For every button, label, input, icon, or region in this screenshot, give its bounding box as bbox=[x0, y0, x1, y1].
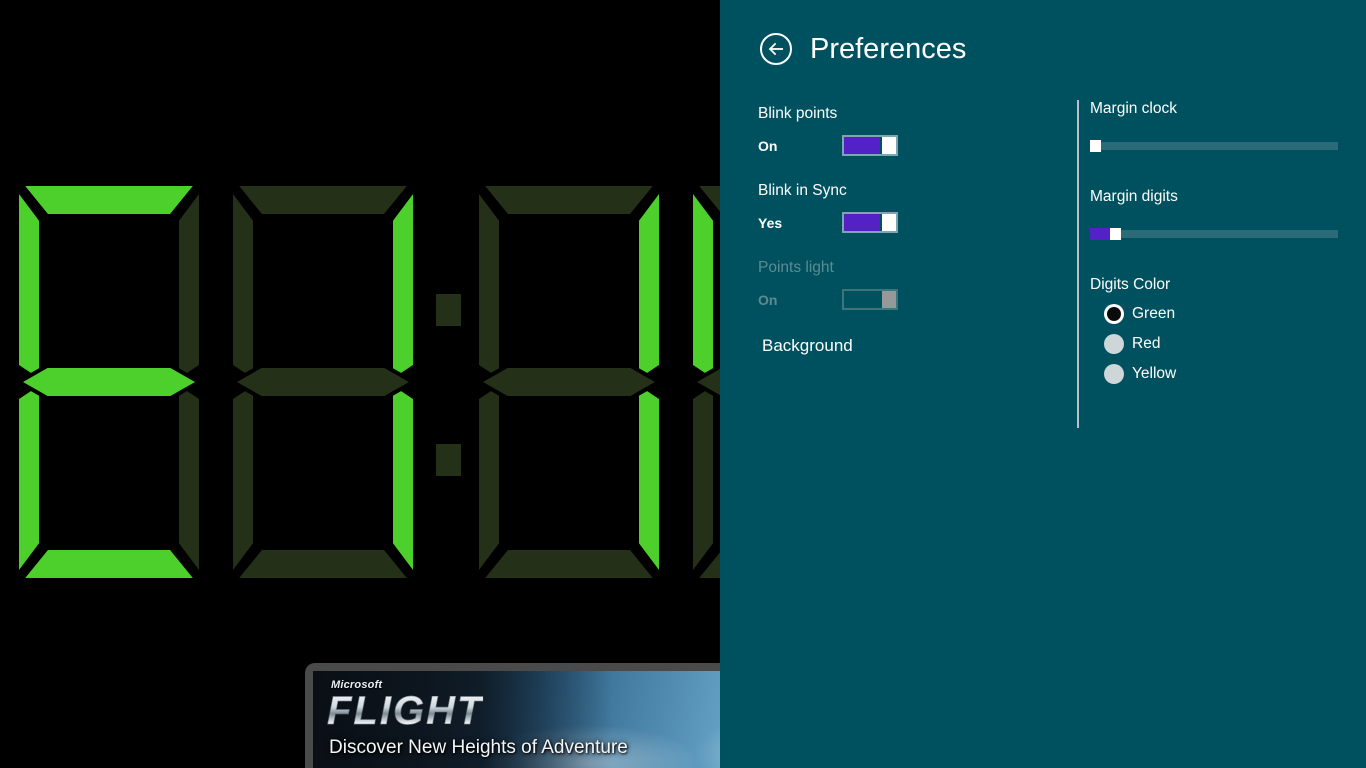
margin-clock-group: Margin clock bbox=[1090, 100, 1342, 152]
ad-title: FLIGHT bbox=[327, 689, 484, 734]
radio-option-yellow[interactable]: Yellow bbox=[1104, 364, 1342, 384]
margin-clock-slider[interactable] bbox=[1090, 140, 1338, 152]
seven-segment-clock bbox=[3, 176, 720, 588]
radio-red-icon[interactable] bbox=[1104, 334, 1124, 354]
setting-blink-points: Blink points On bbox=[758, 105, 1058, 156]
clock-digit-4 bbox=[677, 176, 720, 588]
blink-in-sync-row: Yes bbox=[758, 212, 1058, 233]
blink-in-sync-toggle[interactable] bbox=[842, 212, 898, 233]
toggle-fill bbox=[844, 137, 880, 154]
clock-digit-1 bbox=[3, 176, 215, 588]
points-light-state: On bbox=[758, 291, 778, 308]
blink-points-toggle[interactable] bbox=[842, 135, 898, 156]
clock-digit-2 bbox=[217, 176, 429, 588]
margin-digits-group: Margin digits bbox=[1090, 188, 1342, 240]
colon-dot-top bbox=[436, 294, 461, 326]
back-arrow-icon bbox=[768, 42, 783, 56]
blink-points-state: On bbox=[758, 137, 778, 154]
radio-option-green[interactable]: Green bbox=[1104, 304, 1342, 324]
margin-clock-label: Margin clock bbox=[1090, 100, 1177, 117]
slider-track bbox=[1090, 142, 1338, 150]
radio-yellow-label: Yellow bbox=[1132, 365, 1177, 382]
digits-color-group: Digits Color Green Red Yellow bbox=[1090, 276, 1342, 384]
blink-in-sync-label: Blink in Sync bbox=[758, 182, 847, 199]
points-light-toggle bbox=[842, 289, 898, 310]
margin-digits-slider[interactable] bbox=[1090, 228, 1338, 240]
clock-colon-separator bbox=[431, 176, 463, 588]
preferences-header: Preferences bbox=[760, 33, 966, 65]
setting-points-light: Points light On bbox=[758, 259, 1058, 310]
screen: Microsoft FLIGHT Discover New Heights of… bbox=[0, 0, 1366, 768]
toggle-fill bbox=[844, 214, 880, 231]
points-light-label: Points light bbox=[758, 259, 834, 276]
toggle-fill bbox=[844, 291, 880, 308]
toggle-thumb bbox=[882, 214, 896, 231]
preferences-panel: Preferences Blink points On Blink in Syn… bbox=[720, 0, 1366, 768]
blink-points-row: On bbox=[758, 135, 1058, 156]
radio-yellow-icon[interactable] bbox=[1104, 364, 1124, 384]
radio-option-red[interactable]: Red bbox=[1104, 334, 1342, 354]
slider-thumb[interactable] bbox=[1090, 140, 1101, 152]
radio-green-icon[interactable] bbox=[1104, 304, 1124, 324]
slider-thumb[interactable] bbox=[1110, 228, 1121, 240]
slider-progress bbox=[1090, 228, 1110, 240]
setting-blink-in-sync: Blink in Sync Yes bbox=[758, 182, 1058, 233]
blink-in-sync-state: Yes bbox=[758, 214, 783, 231]
back-button[interactable] bbox=[760, 33, 792, 65]
page-title: Preferences bbox=[810, 33, 967, 65]
slider-track bbox=[1090, 230, 1338, 238]
clock-app-surface bbox=[0, 0, 720, 768]
background-link[interactable]: Background bbox=[758, 336, 1058, 356]
radio-green-label: Green bbox=[1132, 305, 1176, 322]
points-light-row: On bbox=[758, 289, 1058, 310]
radio-red-label: Red bbox=[1132, 335, 1161, 352]
options-column: Margin clock Margin digits Digits Color bbox=[1077, 100, 1342, 428]
clock-digit-3 bbox=[463, 176, 675, 588]
colon-dot-bottom bbox=[436, 444, 461, 476]
blink-points-label: Blink points bbox=[758, 105, 838, 122]
toggle-thumb bbox=[882, 291, 896, 308]
settings-column: Blink points On Blink in Sync Yes Points… bbox=[758, 105, 1058, 356]
ad-tagline: Discover New Heights of Adventure bbox=[329, 737, 628, 758]
margin-digits-label: Margin digits bbox=[1090, 188, 1178, 205]
toggle-thumb bbox=[882, 137, 896, 154]
digits-color-label: Digits Color bbox=[1090, 276, 1171, 293]
